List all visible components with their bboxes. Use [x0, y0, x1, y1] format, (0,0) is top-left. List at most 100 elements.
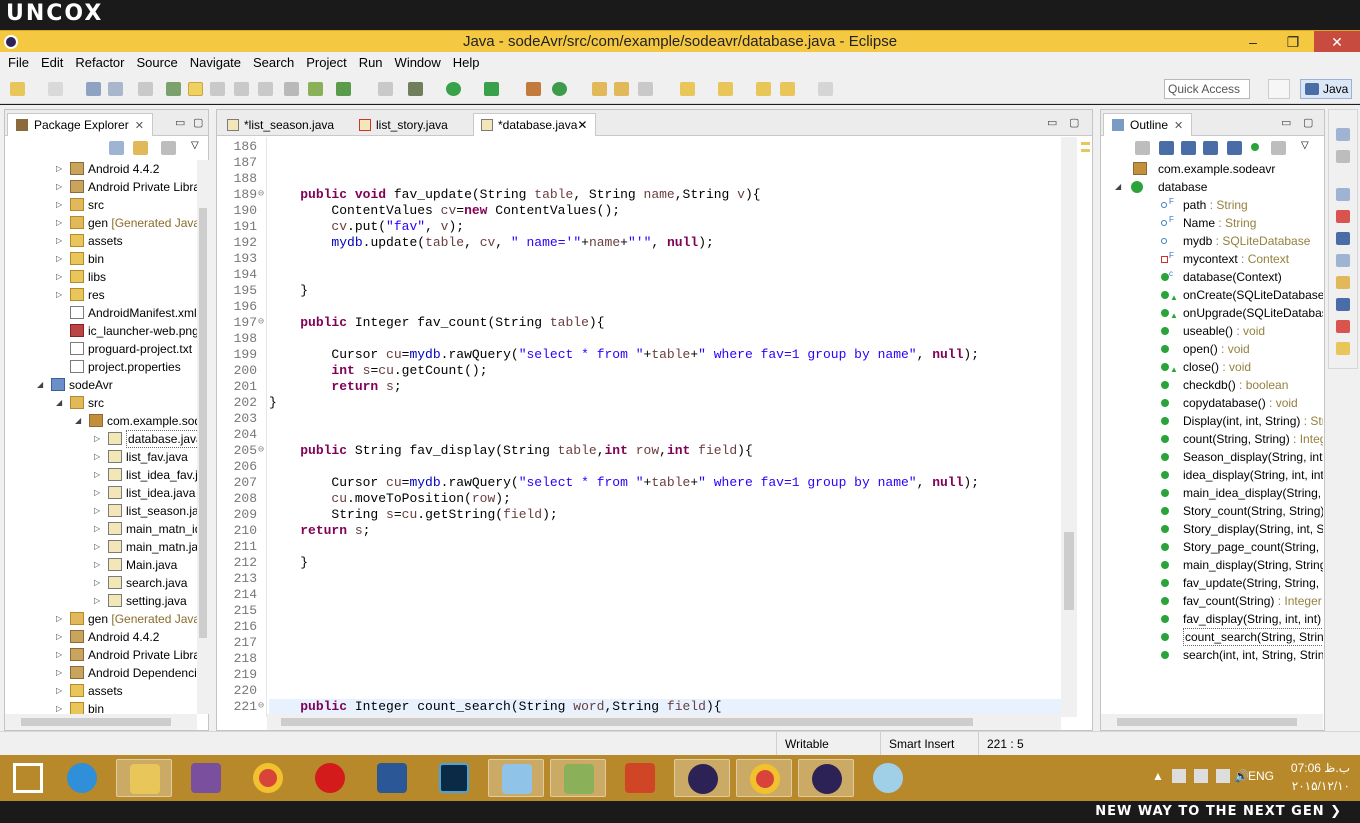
expand-icon[interactable]: ▷: [56, 700, 66, 714]
outline-item[interactable]: Story_display(String, int, St: [1101, 520, 1323, 538]
collapse-icon[interactable]: ◢: [56, 394, 66, 412]
collapse-all-icon[interactable]: [1135, 141, 1150, 155]
collapse-icon[interactable]: ◢: [37, 376, 47, 394]
code-line[interactable]: return s;: [269, 523, 370, 539]
restore-stack-icon[interactable]: [1336, 128, 1350, 141]
package-tree-item[interactable]: ▷ Android Private Librarie: [5, 178, 197, 196]
expand-icon[interactable]: ▷: [94, 466, 104, 484]
taskbar-notepad[interactable]: [488, 759, 544, 797]
package-tree-item[interactable]: ▷ list_season.java: [5, 502, 197, 520]
expand-icon[interactable]: ▷: [56, 196, 66, 214]
save-all-icon[interactable]: [108, 82, 123, 96]
taskbar-paint[interactable]: [860, 759, 916, 797]
collapse-icon[interactable]: ◢: [1115, 178, 1125, 196]
expand-icon[interactable]: ▷: [56, 664, 66, 682]
problems-icon[interactable]: [1336, 210, 1350, 223]
menu-run[interactable]: Run: [353, 52, 389, 74]
debug-icon[interactable]: [408, 82, 423, 96]
menu-search[interactable]: Search: [247, 52, 300, 74]
editor-horizontal-scrollbar[interactable]: [267, 714, 1061, 730]
mark-occurrences-icon[interactable]: [188, 82, 203, 96]
last-edit-icon[interactable]: [756, 82, 771, 96]
code-line[interactable]: int s=cu.getCount();: [269, 363, 487, 379]
restore-stack-icon[interactable]: [1336, 188, 1350, 201]
editor-tab-list-story[interactable]: list_story.java: [351, 113, 457, 136]
minimize-button[interactable]: –: [1238, 31, 1268, 53]
editor-vertical-scrollbar[interactable]: [1061, 137, 1077, 717]
link-editor-icon[interactable]: [133, 141, 148, 155]
checkbox-icon[interactable]: [336, 82, 351, 96]
expand-icon[interactable]: ▷: [56, 610, 66, 628]
menu-window[interactable]: Window: [389, 52, 447, 74]
logcat-icon[interactable]: [1336, 320, 1350, 333]
clock-date[interactable]: ۲۰۱۵/۱۲/۱۰: [1286, 779, 1350, 793]
skip-breakpoints-icon[interactable]: [166, 82, 181, 96]
build-icon[interactable]: [138, 82, 153, 96]
taskbar-chrome-2[interactable]: [736, 759, 792, 797]
taskbar-photoshop[interactable]: [426, 759, 482, 797]
open-type-icon[interactable]: [48, 82, 63, 96]
menu-source[interactable]: Source: [131, 52, 184, 74]
outline-item[interactable]: open() : void: [1101, 340, 1323, 358]
code-line[interactable]: public void fav_update(String table, Str…: [269, 187, 760, 203]
wifi-icon[interactable]: [1216, 769, 1230, 783]
package-tree-item[interactable]: ▷ Android 4.4.2: [5, 160, 197, 178]
collapse-all-icon[interactable]: [109, 141, 124, 155]
expand-icon[interactable]: ▷: [56, 214, 66, 232]
taskbar-eclipse[interactable]: [674, 759, 730, 797]
outline-item[interactable]: F Name : String: [1101, 214, 1323, 232]
toggle-block-icon[interactable]: [210, 82, 225, 96]
taskbar-powerpoint[interactable]: [612, 759, 668, 797]
download-icon[interactable]: [284, 82, 299, 96]
package-tree-item[interactable]: ▷ bin: [5, 250, 197, 268]
expand-icon[interactable]: ▷: [56, 628, 66, 646]
outline-item[interactable]: com.example.sodeavr: [1101, 160, 1323, 178]
network-icon[interactable]: [1194, 769, 1208, 783]
hide-nonpublic-icon[interactable]: [1227, 141, 1242, 155]
package-tree-item[interactable]: AndroidManifest.xml: [5, 304, 197, 322]
expand-icon[interactable]: ▷: [94, 574, 104, 592]
outline-horizontal-scrollbar[interactable]: [1101, 714, 1323, 730]
tab-outline[interactable]: Outline ✕: [1103, 113, 1193, 136]
outline-item[interactable]: useable() : void: [1101, 322, 1323, 340]
maximize-view-icon[interactable]: ▢: [193, 116, 203, 129]
package-tree-item[interactable]: ▷ main_matn.java: [5, 538, 197, 556]
save-icon[interactable]: [86, 82, 101, 96]
run-icon[interactable]: [446, 82, 461, 96]
taskbar-opera[interactable]: [302, 759, 358, 797]
expand-icon[interactable]: ▷: [94, 538, 104, 556]
package-tree-item[interactable]: ▷ bin: [5, 700, 197, 714]
external-tools-icon[interactable]: [484, 82, 499, 96]
new-icon[interactable]: [10, 82, 25, 96]
package-tree-item[interactable]: ▷ libs: [5, 268, 197, 286]
package-tree-item[interactable]: ▷ assets: [5, 232, 197, 250]
code-line[interactable]: }: [269, 395, 277, 411]
editor-tab-database[interactable]: *database.java✕: [473, 113, 597, 136]
package-tree-item[interactable]: ▷ search.java: [5, 574, 197, 592]
fold-toggle-icon[interactable]: ⊖: [258, 699, 267, 715]
package-tree-item[interactable]: ▷ Android Dependencies: [5, 664, 197, 682]
expand-icon[interactable]: ▷: [56, 250, 66, 268]
outline-item[interactable]: ▲ onUpgrade(SQLiteDatabas: [1101, 304, 1323, 322]
outline-item[interactable]: ◢ database: [1101, 178, 1323, 196]
new-class-icon[interactable]: [526, 82, 541, 96]
code-editor[interactable]: 186 187 188 189 ⊖ 190 191 192 193 194 195 196 197 ⊖ 19…: [217, 137, 1061, 717]
open-folder-icon[interactable]: [592, 82, 607, 96]
taskbar-android-sdk[interactable]: [550, 759, 606, 797]
outline-item[interactable]: copydatabase() : void: [1101, 394, 1323, 412]
link-editor-icon[interactable]: [1271, 141, 1286, 155]
chevron-down-icon[interactable]: ▽: [191, 140, 199, 151]
outline-item[interactable]: fav_display(String, int, int): [1101, 610, 1323, 628]
close-icon[interactable]: ✕: [135, 120, 144, 132]
outline-item[interactable]: main_display(String, String: [1101, 556, 1323, 574]
expand-icon[interactable]: ▷: [94, 448, 104, 466]
android-sdk-icon[interactable]: [308, 82, 323, 96]
package-tree-item[interactable]: ic_launcher-web.png: [5, 322, 197, 340]
language-indicator[interactable]: ENG: [1248, 769, 1274, 783]
expand-icon[interactable]: ▷: [94, 484, 104, 502]
package-tree-item[interactable]: ◢ com.example.sodea: [5, 412, 197, 430]
scrollbar-thumb[interactable]: [199, 208, 207, 638]
expand-icon[interactable]: ▷: [94, 592, 104, 610]
chevron-down-icon[interactable]: ▽: [1301, 140, 1309, 151]
code-line[interactable]: Cursor cu=mydb.rawQuery("select * from "…: [269, 475, 979, 491]
